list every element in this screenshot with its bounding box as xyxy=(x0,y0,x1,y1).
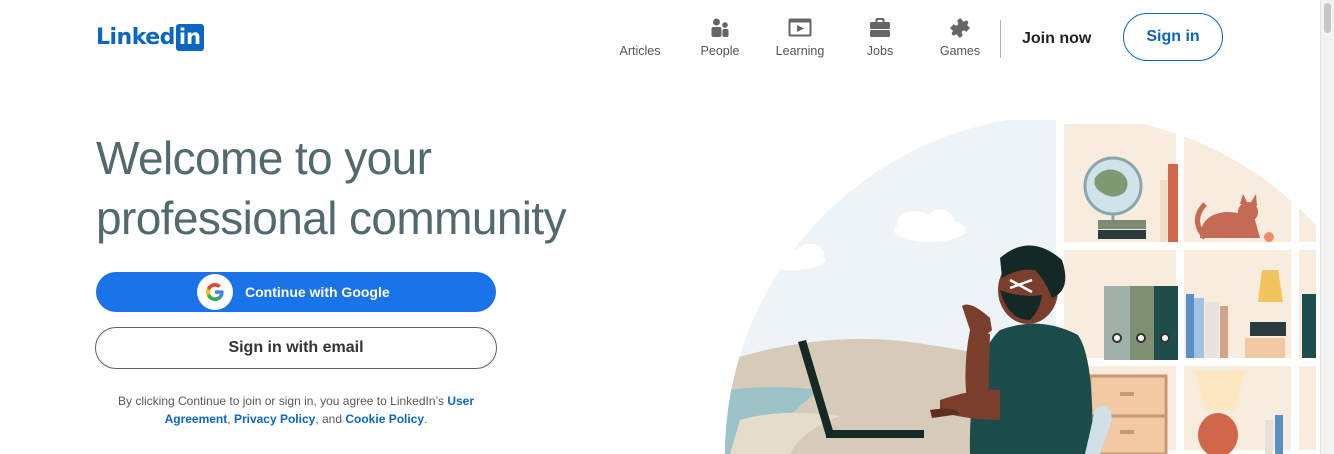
join-now-link[interactable]: Join now xyxy=(1014,24,1099,54)
newspaper-icon xyxy=(628,16,652,40)
logo-wordmark: Linked xyxy=(96,25,175,50)
briefcase-icon xyxy=(870,18,890,37)
sign-in-with-email-button[interactable]: Sign in with email xyxy=(95,327,497,369)
scrollbar-thumb[interactable] xyxy=(1324,3,1331,33)
linkedin-logo[interactable]: Linked in xyxy=(96,24,204,51)
legal-disclaimer: By clicking Continue to join or sign in,… xyxy=(96,392,496,428)
continue-with-google-label: Continue with Google xyxy=(245,284,390,300)
hero-headline-line1: Welcome to your xyxy=(96,132,432,184)
privacy-policy-link[interactable]: Privacy Policy xyxy=(234,412,315,426)
people-icon xyxy=(711,18,729,37)
nav-item-articles[interactable]: Articles xyxy=(600,16,680,64)
legal-prefix: By clicking Continue to join or sign in,… xyxy=(118,394,448,408)
nav-item-learning[interactable]: Learning xyxy=(760,16,840,64)
nav-label-games: Games xyxy=(939,44,981,58)
vertical-scrollbar[interactable] xyxy=(1320,0,1334,454)
cookie-policy-link[interactable]: Cookie Policy xyxy=(345,412,424,426)
sign-in-button[interactable]: Sign in xyxy=(1123,13,1223,61)
continue-with-google-button[interactable]: Continue with Google xyxy=(96,272,496,312)
nav-label-people: People xyxy=(700,44,740,58)
primary-nav: Articles People Learning Jobs Games xyxy=(600,16,1000,64)
nav-item-games[interactable]: Games xyxy=(920,16,1000,64)
nav-label-jobs: Jobs xyxy=(866,44,894,58)
video-play-icon xyxy=(788,18,812,37)
nav-item-people[interactable]: People xyxy=(680,16,760,64)
nav-label-learning: Learning xyxy=(775,44,825,58)
logo-in-box: in xyxy=(175,24,204,51)
hero-headline: Welcome to your professional community xyxy=(96,128,656,248)
puzzle-icon xyxy=(950,18,970,38)
hero-headline-line2: professional community xyxy=(96,192,567,244)
nav-item-jobs[interactable]: Jobs xyxy=(840,16,920,64)
legal-end: . xyxy=(424,412,428,426)
nav-label-articles: Articles xyxy=(619,44,661,58)
google-logo-icon xyxy=(197,274,233,310)
legal-separator-2: , and xyxy=(315,412,346,426)
top-navigation-bar: Linked in Articles People Learning Jobs … xyxy=(0,0,1320,80)
legal-separator-1: , xyxy=(227,412,234,426)
nav-divider xyxy=(1000,20,1001,58)
hero-illustration xyxy=(725,120,1320,454)
